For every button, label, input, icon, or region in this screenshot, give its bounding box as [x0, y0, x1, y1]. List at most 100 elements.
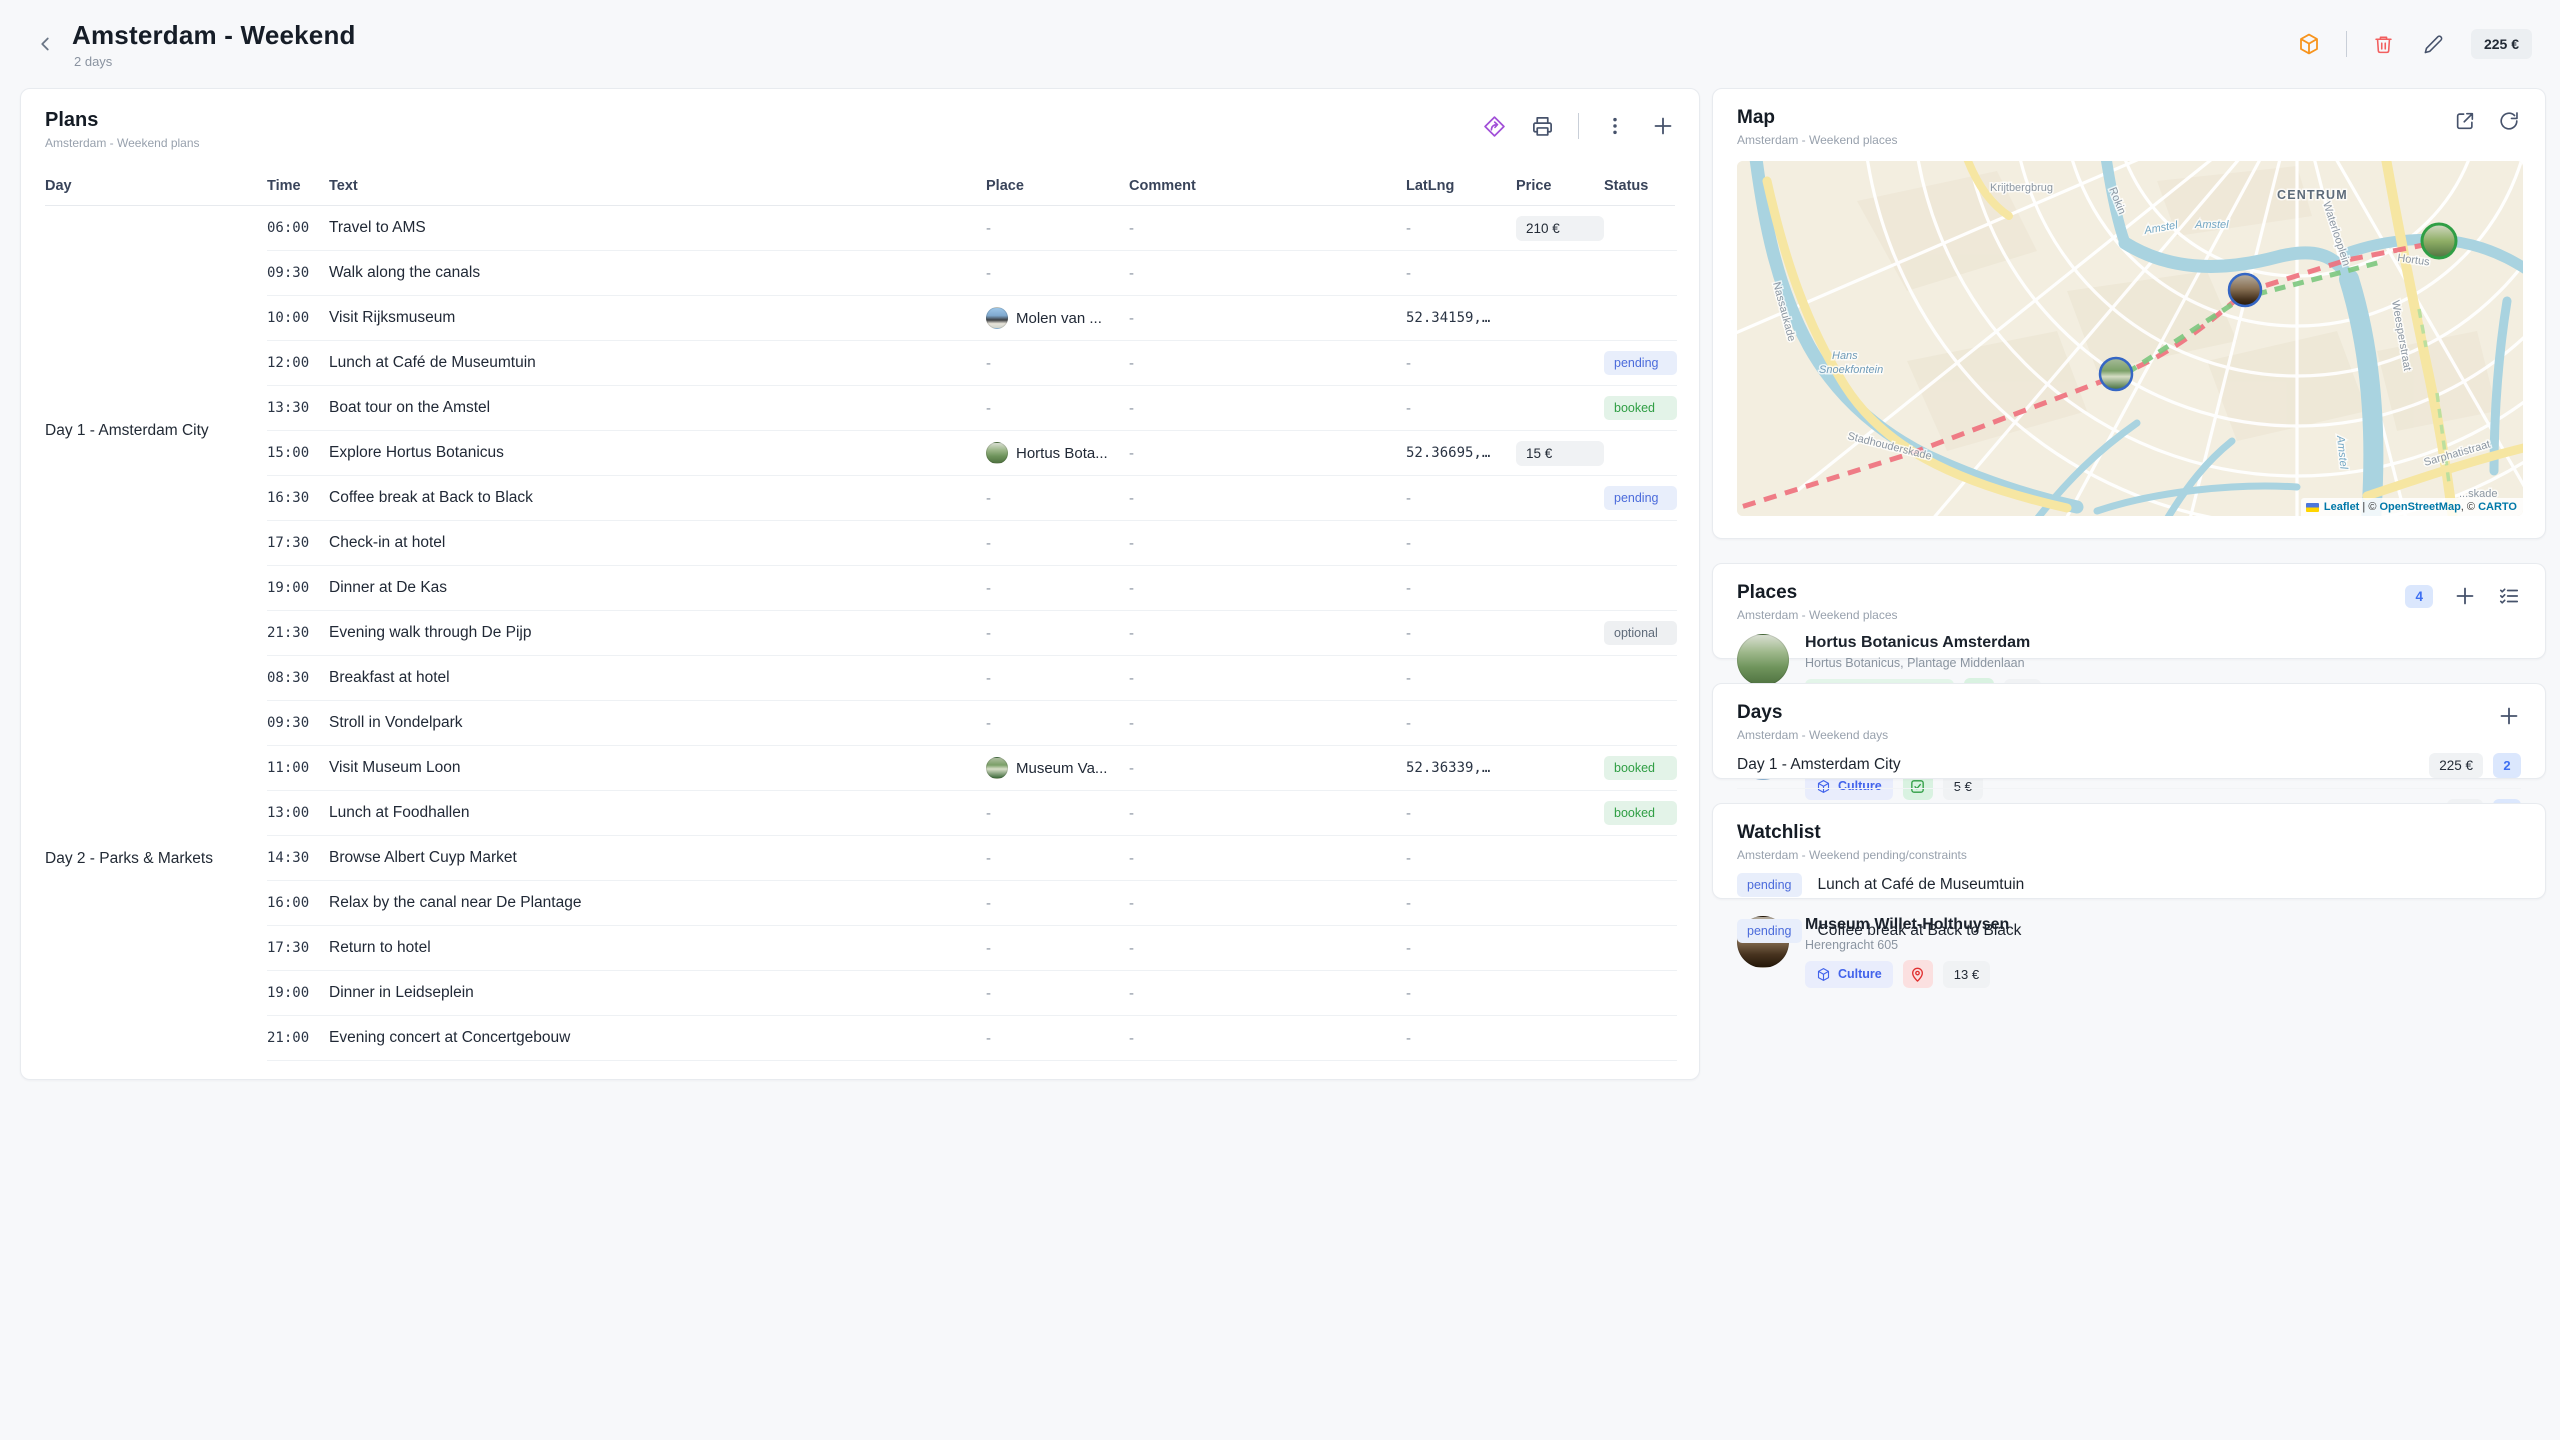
plan-text: Dinner in Leidseplein: [329, 984, 986, 1002]
plan-latlng: -: [1406, 715, 1516, 732]
plus-icon: [2453, 584, 2477, 608]
plan-row[interactable]: 13:00Lunch at Foodhallen---booked: [267, 791, 1677, 836]
delete-trip-button[interactable]: [2371, 31, 2397, 57]
map-pin-icon: [1909, 966, 1926, 983]
package-button[interactable]: [2296, 31, 2322, 57]
plan-row[interactable]: 17:30Return to hotel---: [267, 926, 1677, 971]
plan-place-empty: -: [986, 625, 991, 642]
plan-text: Check-in at hotel: [329, 534, 986, 552]
watchlist-title: Watchlist: [1737, 822, 1967, 844]
plan-row[interactable]: 10:00Visit RijksmuseumMolen van ...-52.3…: [267, 296, 1677, 341]
add-day-button[interactable]: [2497, 704, 2521, 728]
plan-place-empty: -: [986, 850, 991, 867]
days-panel: Days Amsterdam - Weekend days Day 1 - Am…: [1712, 683, 2546, 779]
places-list-view-button[interactable]: [2497, 584, 2521, 608]
plan-latlng: 52.36339,…: [1406, 760, 1516, 776]
edit-trip-button[interactable]: [2421, 31, 2447, 57]
attribution-link[interactable]: OpenStreetMap: [2380, 501, 2461, 513]
plan-text: Dinner at De Kas: [329, 579, 986, 597]
days-subtitle: Amsterdam - Weekend days: [1737, 728, 1888, 742]
plan-row[interactable]: 08:30Breakfast at hotel---: [267, 656, 1677, 701]
plan-comment: -: [1129, 670, 1406, 687]
plan-row[interactable]: 16:00Relax by the canal near De Plantage…: [267, 881, 1677, 926]
plan-time: 12:00: [267, 355, 329, 371]
status-badge: booked: [1604, 396, 1677, 420]
plan-row[interactable]: 16:30Coffee break at Back to Black---pen…: [267, 476, 1677, 521]
printer-icon: [1531, 115, 1554, 138]
attribution-link[interactable]: CARTO: [2478, 501, 2517, 513]
plan-place-empty: -: [986, 355, 991, 372]
status-badge: pending: [1604, 351, 1677, 375]
plan-place: -: [986, 715, 1129, 732]
map-fullscreen-button[interactable]: [2453, 109, 2477, 133]
plan-comment: -: [1129, 400, 1406, 417]
column-header-comment: Comment: [1129, 178, 1406, 194]
map-attribution: Leaflet | © OpenStreetMap, © CARTO: [2301, 498, 2523, 516]
plan-latlng: -: [1406, 805, 1516, 822]
page-title: Amsterdam - Weekend: [72, 20, 356, 51]
plan-comment: -: [1129, 940, 1406, 957]
plans-more-button[interactable]: [1603, 114, 1627, 138]
plan-time: 16:30: [267, 490, 329, 506]
place-price-badge: 13 €: [1943, 961, 1990, 988]
plan-text: Boat tour on the Amstel: [329, 399, 986, 417]
plan-row[interactable]: 21:00Evening concert at Concertgebouw---: [267, 1016, 1677, 1061]
add-place-button[interactable]: [2453, 584, 2477, 608]
add-plan-button[interactable]: [1651, 114, 1675, 138]
print-plans-button[interactable]: [1530, 114, 1554, 138]
watchlist-item[interactable]: pendingLunch at Café de Museumtuin: [1737, 862, 2521, 908]
column-header-day: Day: [45, 178, 267, 194]
plan-row[interactable]: 12:00Lunch at Café de Museumtuin---pendi…: [267, 341, 1677, 386]
plus-icon: [1651, 114, 1675, 138]
day-item[interactable]: Day 1 - Amsterdam City225 €2: [1737, 742, 2521, 788]
toolbar-divider: [2346, 31, 2347, 57]
back-button[interactable]: [28, 27, 62, 61]
plan-comment: -: [1129, 715, 1406, 732]
export-plans-button[interactable]: [1482, 114, 1506, 138]
plan-comment: -: [1129, 265, 1406, 282]
map-marker-museum-willet-holthuysen[interactable]: [2229, 274, 2261, 306]
plan-row[interactable]: 17:30Check-in at hotel---: [267, 521, 1677, 566]
plan-text: Walk along the canals: [329, 264, 986, 282]
plan-row[interactable]: 13:30Boat tour on the Amstel---booked: [267, 386, 1677, 431]
plan-row[interactable]: 09:30Stroll in Vondelpark---: [267, 701, 1677, 746]
plan-comment: -: [1129, 535, 1406, 552]
attribution-link[interactable]: Leaflet: [2324, 501, 2359, 513]
map-label: Snoekfontein: [1819, 364, 1883, 376]
plan-row[interactable]: 14:30Browse Albert Cuyp Market---: [267, 836, 1677, 881]
map-canvas[interactable]: KrijtbergbrugRokinAmstelAmstelCENTRUMWat…: [1737, 161, 2523, 516]
plan-text: Breakfast at hotel: [329, 669, 986, 687]
plan-text: Return to hotel: [329, 939, 986, 957]
plan-latlng: -: [1406, 940, 1516, 957]
map-refresh-button[interactable]: [2497, 109, 2521, 133]
watchlist-text: Lunch at Café de Museumtuin: [1818, 876, 2025, 894]
watchlist-item[interactable]: pendingCoffee break at Back to Black: [1737, 908, 2521, 954]
plan-place-empty: -: [986, 1030, 991, 1047]
map-marker-hortus-botanicus[interactable]: [2422, 224, 2456, 258]
map-label: CENTRUM: [2277, 188, 2348, 202]
plan-text: Lunch at Café de Museumtuin: [329, 354, 986, 372]
plan-place-empty: -: [986, 220, 991, 237]
plan-latlng: -: [1406, 580, 1516, 597]
plan-row[interactable]: 19:00Dinner in Leidseplein---: [267, 971, 1677, 1016]
plan-row[interactable]: 21:30Evening walk through De Pijp---opti…: [267, 611, 1677, 656]
package-icon: [2297, 32, 2321, 56]
plan-row[interactable]: 11:00Visit Museum LoonMuseum Va...-52.36…: [267, 746, 1677, 791]
plan-comment: -: [1129, 895, 1406, 912]
plan-status: booked: [1604, 756, 1677, 780]
plan-row[interactable]: 06:00Travel to AMS---210 €: [267, 206, 1677, 251]
list-check-icon: [2498, 585, 2520, 607]
watchlist-subtitle: Amsterdam - Weekend pending/constraints: [1737, 848, 1967, 862]
day-group-label: Day 1 - Amsterdam City: [45, 206, 267, 656]
place-avatar: [986, 757, 1008, 779]
map-marker-museum-van-loon[interactable]: [2100, 358, 2132, 390]
plan-row[interactable]: 19:00Dinner at De Kas---: [267, 566, 1677, 611]
plan-price: 15 €: [1516, 441, 1604, 466]
plan-place: -: [986, 580, 1129, 597]
map-image: KrijtbergbrugRokinAmstelAmstelCENTRUMWat…: [1737, 161, 2523, 516]
plan-latlng: -: [1406, 355, 1516, 372]
day-name: Day 1 - Amsterdam City: [1737, 756, 1901, 774]
plan-row[interactable]: 09:30Walk along the canals---: [267, 251, 1677, 296]
plan-row[interactable]: 15:00Explore Hortus BotanicusHortus Bota…: [267, 431, 1677, 476]
place-avatar: [986, 442, 1008, 464]
